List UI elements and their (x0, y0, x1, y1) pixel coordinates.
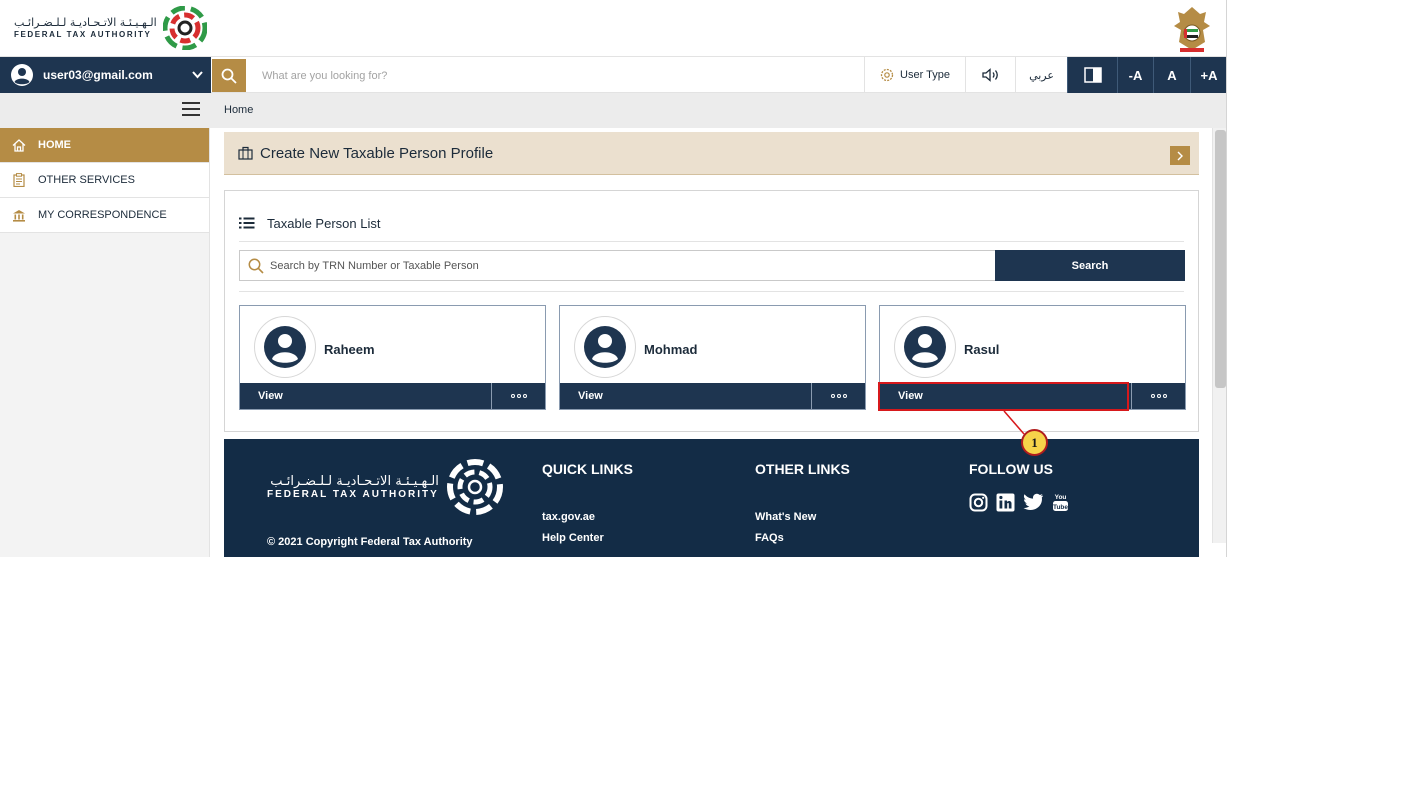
other-links-title: OTHER LINKS (755, 461, 850, 477)
speaker-icon (981, 68, 998, 82)
screen-reader-button[interactable] (965, 57, 1015, 93)
contrast-toggle[interactable] (1067, 57, 1117, 93)
browser-viewport: الـهـيـئـة الاتـحـاديـة لـلـضـرائـب FEDE… (0, 0, 1227, 557)
social-links: You Tube (969, 492, 1069, 512)
top-header: الـهـيـئـة الاتـحـاديـة لـلـضـرائـب FEDE… (0, 0, 1226, 57)
footer: الـهـيـئـة الاتـحـاديـة لـلـضـرائـب FEDE… (224, 439, 1199, 557)
view-button[interactable]: View (240, 383, 492, 409)
annotation-callout-badge: 1 (1021, 429, 1048, 456)
more-options-icon[interactable] (812, 383, 865, 409)
breadcrumb-bar: Home (0, 93, 1226, 128)
footer-link-whats-new[interactable]: What's New (755, 511, 816, 523)
sidebar-item-label: MY CORRESPONDENCE (38, 209, 167, 221)
list-icon (239, 217, 255, 229)
person-avatar-icon (584, 326, 626, 368)
uae-emblem-icon (1174, 7, 1210, 52)
search-icon (248, 258, 264, 274)
person-avatar-icon (904, 326, 946, 368)
sidebar-item-label: OTHER SERVICES (38, 174, 135, 186)
footer-logo-english-text: FEDERAL TAX AUTHORITY (267, 489, 439, 500)
logo-text: الـهـيـئـة الاتـحـاديـة لـلـضـرائـب FEDE… (14, 16, 157, 40)
youtube-icon[interactable]: You Tube (1052, 492, 1069, 512)
fta-logo-mark-icon (446, 459, 503, 515)
twitter-icon[interactable] (1023, 493, 1044, 511)
hamburger-menu-icon[interactable] (182, 102, 200, 118)
user-email: user03@gmail.com (43, 68, 153, 82)
person-avatar-icon (264, 326, 306, 368)
language-switch[interactable]: عربي (1015, 57, 1067, 93)
sidebar-item-my-correspondence[interactable]: MY CORRESPONDENCE (0, 198, 209, 233)
person-search-input[interactable] (270, 259, 970, 272)
bank-icon (12, 208, 26, 222)
list-title: Taxable Person List (267, 215, 381, 231)
breadcrumb[interactable]: Home (224, 104, 253, 116)
copyright-text: © 2021 Copyright Federal Tax Authority (267, 536, 473, 548)
footer-link-help-center[interactable]: Help Center (542, 532, 604, 544)
person-card-mohmad: Mohmad View (559, 305, 866, 410)
contrast-icon (1083, 67, 1102, 83)
taxable-person-list-header: Taxable Person List (239, 205, 1184, 242)
more-options-icon[interactable] (492, 383, 545, 409)
avatar (574, 316, 636, 378)
user-avatar-icon (11, 64, 33, 86)
footer-link-faqs[interactable]: FAQs (755, 532, 784, 544)
clipboard-icon (12, 173, 26, 187)
annotation-highlight-box (878, 382, 1129, 411)
logo-arabic-text: الـهـيـئـة الاتـحـاديـة لـلـضـرائـب (14, 16, 157, 29)
font-normal-button[interactable]: A (1153, 57, 1190, 93)
sidebar-item-home[interactable]: HOME (0, 128, 209, 163)
top-search-button[interactable] (212, 59, 246, 92)
person-card-footer: View (240, 383, 545, 409)
briefcase-icon (238, 146, 253, 160)
svg-text:You: You (1055, 494, 1067, 501)
font-increase-button[interactable]: +A (1190, 57, 1226, 93)
linkedin-icon[interactable] (996, 493, 1015, 512)
main-content: Create New Taxable Person Profile Taxabl… (210, 128, 1212, 557)
chevron-right-icon[interactable] (1170, 146, 1190, 165)
quick-links-title: QUICK LINKS (542, 461, 633, 477)
logo-english-text: FEDERAL TAX AUTHORITY (14, 30, 152, 39)
avatar (254, 316, 316, 378)
nav-bar: user03@gmail.com User Type (0, 57, 1226, 93)
person-name: Rasul (964, 342, 1000, 357)
top-search-input[interactable] (248, 59, 863, 92)
fta-logo[interactable]: الـهـيـئـة الاتـحـاديـة لـلـضـرائـب FEDE… (14, 6, 207, 50)
view-button[interactable]: View (560, 383, 812, 409)
person-card-footer: View (560, 383, 865, 409)
person-name: Raheem (324, 342, 375, 357)
avatar (894, 316, 956, 378)
person-search-field[interactable] (239, 250, 996, 281)
font-decrease-button[interactable]: -A (1117, 57, 1153, 93)
sidebar-item-label: HOME (38, 139, 71, 151)
svg-text:Tube: Tube (1053, 504, 1068, 511)
create-taxable-person-profile-banner[interactable]: Create New Taxable Person Profile (224, 132, 1199, 175)
more-options-icon[interactable] (1132, 383, 1185, 409)
chevron-down-icon (192, 71, 203, 79)
sidebar: HOME OTHER SERVICES MY CORRESPONDENCE (0, 128, 210, 557)
footer-logo: الـهـيـئـة الاتـحـاديـة لـلـضـرائـب FEDE… (267, 459, 503, 515)
person-name: Mohmad (644, 342, 698, 357)
fta-logo-mark-icon (162, 6, 207, 50)
user-type-label: User Type (900, 69, 950, 81)
user-account-dropdown[interactable]: user03@gmail.com (0, 57, 211, 93)
footer-link-tax-gov[interactable]: tax.gov.ae (542, 511, 595, 523)
sidebar-item-other-services[interactable]: OTHER SERVICES (0, 163, 209, 198)
follow-us-title: FOLLOW US (969, 461, 1053, 477)
user-type-button[interactable]: User Type (864, 57, 965, 93)
gear-icon (880, 68, 894, 82)
person-card-raheem: Raheem View (239, 305, 546, 410)
home-icon (12, 138, 26, 152)
scrollbar[interactable] (1212, 128, 1226, 543)
create-profile-title: Create New Taxable Person Profile (260, 144, 494, 162)
search-icon (221, 68, 237, 84)
divider (239, 291, 1184, 292)
instagram-icon[interactable] (969, 493, 988, 512)
footer-logo-arabic-text: الـهـيـئـة الاتـحـاديـة لـلـضـرائـب (270, 474, 439, 489)
person-search-button[interactable]: Search (995, 250, 1185, 281)
scrollbar-thumb[interactable] (1215, 130, 1226, 388)
